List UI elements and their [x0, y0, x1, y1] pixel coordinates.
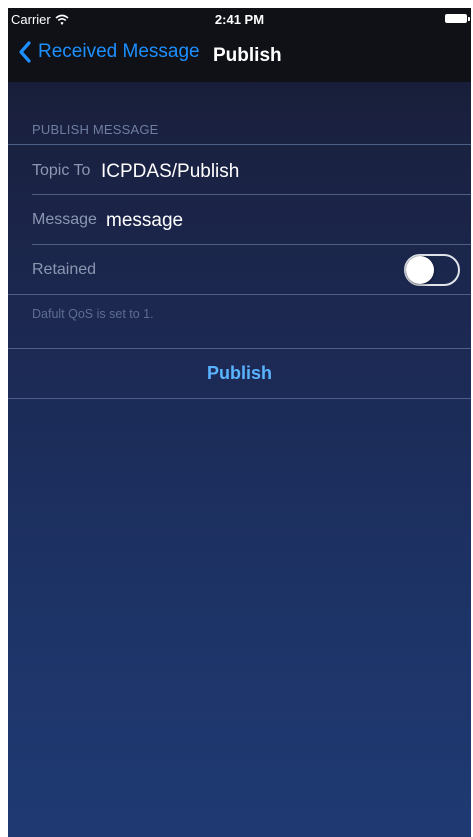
- divider: [32, 194, 471, 195]
- qos-note: Dafult QoS is set to 1.: [32, 307, 154, 321]
- retained-label: Retained: [32, 261, 97, 278]
- topic-field[interactable]: ICPDAS/Publish: [101, 161, 239, 183]
- back-button[interactable]: Received Message: [18, 41, 200, 63]
- page-title: Publish: [213, 45, 282, 66]
- divider: [8, 294, 471, 295]
- message-field[interactable]: message: [106, 210, 183, 232]
- navigation-bar: Received Message Publish: [8, 30, 471, 82]
- section-header: PUBLISH MESSAGE: [32, 122, 159, 137]
- divider: [8, 398, 471, 399]
- chevron-left-icon: [19, 41, 31, 63]
- topic-label: Topic To: [32, 162, 91, 179]
- message-label: Message: [32, 211, 97, 228]
- status-bar: Carrier 2:41 PM: [8, 8, 471, 30]
- status-time: 2:41 PM: [214, 12, 265, 27]
- toggle-knob: [406, 256, 434, 284]
- retained-toggle[interactable]: [404, 254, 460, 286]
- publish-button[interactable]: Publish: [8, 349, 471, 398]
- back-button-label: Received Message: [38, 41, 200, 62]
- divider: [32, 244, 471, 245]
- phone-screen: Carrier 2:41 PM Received Message Publish…: [8, 8, 471, 837]
- battery-icon: [445, 14, 470, 23]
- divider: [8, 144, 471, 145]
